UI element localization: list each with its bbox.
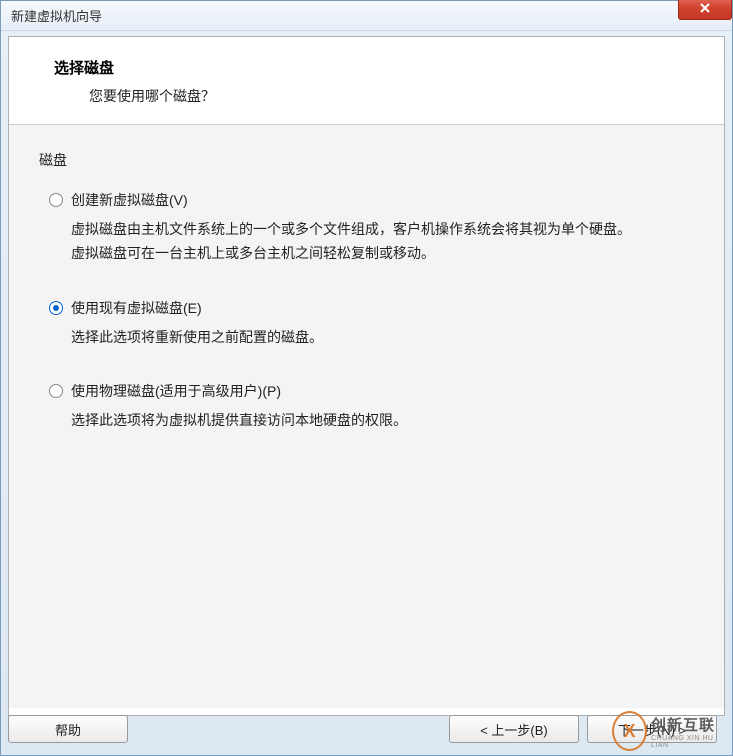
help-button[interactable]: 帮助 [8,715,128,743]
radio-label: 使用现有虚拟磁盘(E) [71,298,202,318]
page-subtitle: 您要使用哪个磁盘？ [89,86,694,106]
header-section: 选择磁盘 您要使用哪个磁盘？ [9,37,724,125]
radio-icon [49,301,63,315]
radio-create-new-disk[interactable]: 创建新虚拟磁盘(V) [49,190,694,210]
back-button[interactable]: < 上一步(B) [449,715,579,743]
wizard-window: 新建虚拟机向导 选择磁盘 您要使用哪个磁盘？ 磁盘 创建新虚拟磁盘(V) 虚拟磁… [0,0,733,756]
radio-use-existing-disk[interactable]: 使用现有虚拟磁盘(E) [49,298,694,318]
radio-icon [49,193,63,207]
button-bar: 帮助 < 上一步(B) 下一步(N) > [8,711,725,747]
radio-option-use-existing: 使用现有虚拟磁盘(E) 选择此选项将重新使用之前配置的磁盘。 [39,298,694,350]
titlebar: 新建虚拟机向导 [1,1,732,31]
radio-description: 选择此选项将重新使用之前配置的磁盘。 [71,326,641,350]
radio-description: 虚拟磁盘由主机文件系统上的一个或多个文件组成，客户机操作系统会将其视为单个硬盘。… [71,218,641,266]
radio-label: 使用物理磁盘(适用于高级用户)(P) [71,381,281,401]
radio-use-physical-disk[interactable]: 使用物理磁盘(适用于高级用户)(P) [49,381,694,401]
radio-option-create-new: 创建新虚拟磁盘(V) 虚拟磁盘由主机文件系统上的一个或多个文件组成，客户机操作系… [39,190,694,266]
radio-label: 创建新虚拟磁盘(V) [71,190,188,210]
radio-icon [49,384,63,398]
close-icon [699,2,711,14]
window-title: 新建虚拟机向导 [11,6,102,25]
group-label: 磁盘 [39,150,694,170]
content-frame: 选择磁盘 您要使用哪个磁盘？ 磁盘 创建新虚拟磁盘(V) 虚拟磁盘由主机文件系统… [8,36,725,716]
close-button[interactable] [678,0,732,20]
next-button[interactable]: 下一步(N) > [587,715,717,743]
radio-option-physical: 使用物理磁盘(适用于高级用户)(P) 选择此选项将为虚拟机提供直接访问本地硬盘的… [39,381,694,433]
page-title: 选择磁盘 [54,57,694,78]
body-section: 磁盘 创建新虚拟磁盘(V) 虚拟磁盘由主机文件系统上的一个或多个文件组成，客户机… [9,125,724,708]
radio-description: 选择此选项将为虚拟机提供直接访问本地硬盘的权限。 [71,409,641,433]
